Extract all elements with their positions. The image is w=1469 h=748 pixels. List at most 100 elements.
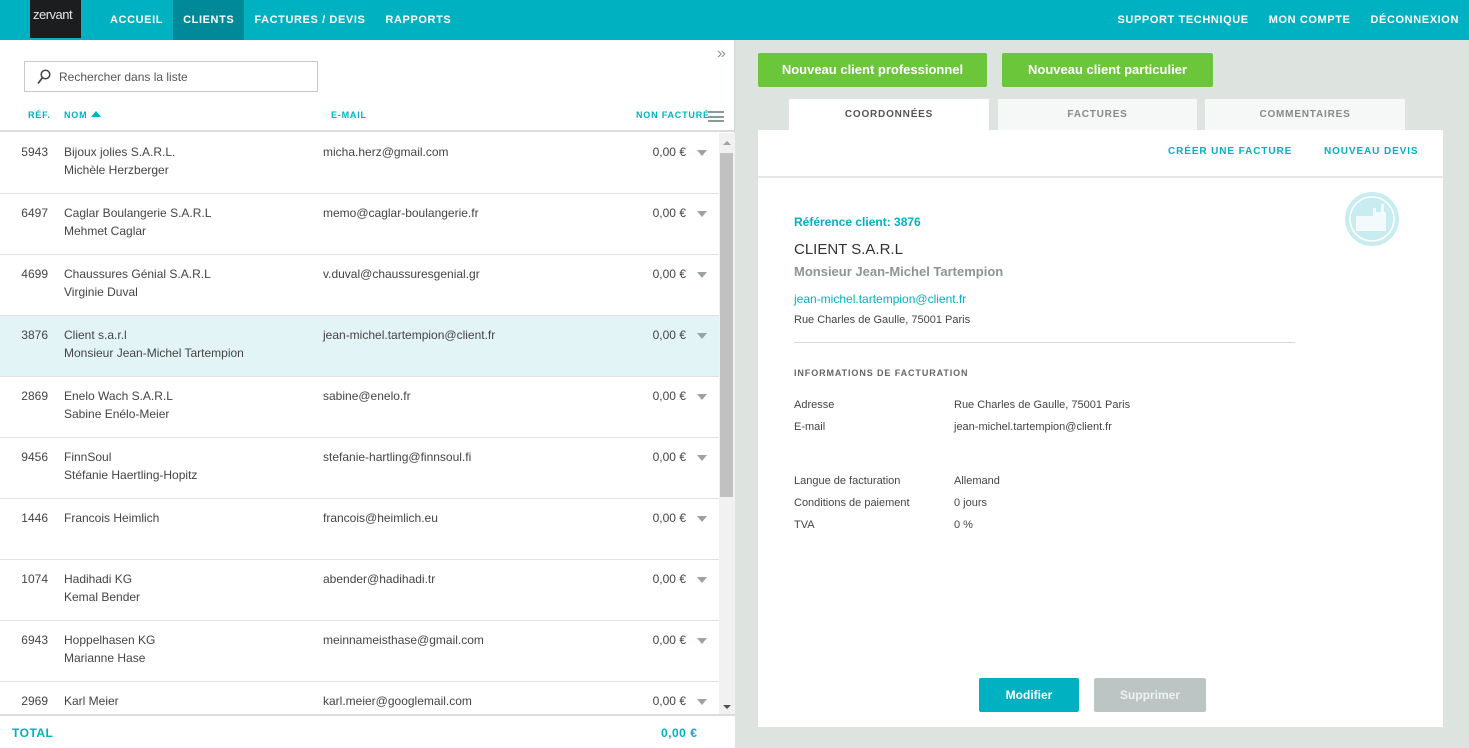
double-chevron-right-icon[interactable]: »: [717, 45, 726, 63]
client-ref: 3876: [21, 328, 48, 342]
row-dropdown-icon[interactable]: [697, 150, 707, 156]
table-row[interactable]: 6497 Caglar Boulangerie S.A.R.L Mehmet C…: [0, 194, 719, 255]
nav-factures-devis[interactable]: FACTURES / DEVIS: [244, 0, 375, 40]
client-contact: Michèle Herzberger: [64, 163, 169, 177]
client-ref: 1074: [21, 572, 48, 586]
client-ref: 4699: [21, 267, 48, 281]
nav-accueil[interactable]: ACCUEIL: [100, 0, 173, 40]
client-company: Karl Meier: [64, 694, 119, 708]
client-unbilled-amount: 0,00 €: [652, 328, 686, 342]
column-header-ref[interactable]: RÉF.: [28, 110, 51, 120]
client-ref: 9456: [21, 450, 48, 464]
billing-label-email: E-mail: [794, 421, 826, 433]
client-contact: Virginie Duval: [64, 285, 138, 299]
main-nav: ACCUEIL CLIENTS FACTURES / DEVIS RAPPORT…: [100, 0, 461, 40]
row-dropdown-icon[interactable]: [697, 211, 707, 217]
nav-rapports[interactable]: RAPPORTS: [375, 0, 461, 40]
client-contact: Sabine Enélo-Meier: [64, 407, 170, 421]
row-dropdown-icon[interactable]: [697, 394, 707, 400]
create-invoice-link[interactable]: CRÉER UNE FACTURE: [1168, 146, 1292, 157]
table-row[interactable]: 1446 Francois Heimlich francois@heimlich…: [0, 499, 719, 560]
client-unbilled-amount: 0,00 €: [652, 633, 686, 647]
row-dropdown-icon[interactable]: [697, 699, 707, 705]
nav-account[interactable]: MON COMPTE: [1259, 0, 1361, 40]
table-footer-total: TOTAL 0,00 €: [0, 714, 735, 748]
sort-ascending-icon: [91, 111, 102, 117]
column-header-unbilled[interactable]: NON FACTURÉ: [636, 110, 710, 120]
billing-value-email: jean-michel.tartempion@client.fr: [954, 421, 1112, 433]
billing-label-address: Adresse: [794, 399, 835, 411]
client-email-link[interactable]: jean-michel.tartempion@client.fr: [794, 292, 966, 306]
client-email: v.duval@chaussuresgenial.gr: [323, 267, 480, 281]
row-dropdown-icon[interactable]: [697, 638, 707, 644]
column-header-name[interactable]: NOM: [64, 110, 102, 120]
column-menu-icon[interactable]: [708, 111, 724, 122]
client-unbilled-amount: 0,00 €: [652, 572, 686, 586]
list-scrollbar[interactable]: [719, 133, 735, 715]
tab-coordonnees[interactable]: COORDONNÉES: [788, 98, 990, 131]
zervant-logo[interactable]: zervant: [30, 0, 81, 38]
scroll-up-arrow-icon[interactable]: [723, 141, 731, 145]
client-email: sabine@enelo.fr: [323, 389, 411, 403]
total-label: TOTAL: [12, 726, 54, 740]
factory-icon: [1345, 192, 1399, 246]
row-dropdown-icon[interactable]: [697, 577, 707, 583]
search-icon: [37, 69, 51, 85]
scrollbar-thumb[interactable]: [720, 153, 733, 497]
client-contact-name: Monsieur Jean-Michel Tartempion: [794, 264, 1004, 279]
column-header-email[interactable]: E-MAIL: [331, 110, 367, 120]
row-dropdown-icon[interactable]: [697, 272, 707, 278]
client-email: abender@hadihadi.tr: [323, 572, 436, 586]
account-nav: SUPPORT TECHNIQUE MON COMPTE DÉCONNEXION: [1108, 0, 1469, 40]
new-quote-link[interactable]: NOUVEAU DEVIS: [1324, 146, 1419, 157]
billing-label-language: Langue de facturation: [794, 475, 901, 487]
table-row[interactable]: 9456 FinnSoul Stéfanie Haertling-Hopitz …: [0, 438, 719, 499]
client-table-body: 5943 Bijoux jolies S.A.R.L. Michèle Herz…: [0, 133, 719, 715]
client-email: memo@caglar-boulangerie.fr: [323, 206, 479, 220]
client-company: Enelo Wach S.A.R.L: [64, 389, 173, 403]
client-contact: Kemal Bender: [64, 590, 141, 604]
table-header: RÉF. NOM E-MAIL NON FACTURÉ: [0, 102, 735, 132]
table-row[interactable]: 2969 Karl Meier karl.meier@googlemail.co…: [0, 682, 719, 715]
client-email: karl.meier@googlemail.com: [323, 694, 472, 708]
client-ref: 6497: [21, 206, 48, 220]
client-ref: 6943: [21, 633, 48, 647]
scroll-down-arrow-icon[interactable]: [723, 705, 731, 709]
client-email: meinnameisthase@gmail.com: [323, 633, 484, 647]
search-input[interactable]: [59, 62, 314, 91]
client-company: Bijoux jolies S.A.R.L.: [64, 145, 176, 159]
billing-label-vat: TVA: [794, 519, 815, 531]
billing-value-payment-terms: 0 jours: [954, 497, 988, 509]
client-contact: Stéfanie Haertling-Hopitz: [64, 468, 198, 482]
row-dropdown-icon[interactable]: [697, 455, 707, 461]
client-unbilled-amount: 0,00 €: [652, 389, 686, 403]
client-reference: Référence client: 3876: [794, 215, 921, 229]
nav-clients[interactable]: CLIENTS: [173, 0, 245, 40]
table-row[interactable]: 2869 Enelo Wach S.A.R.L Sabine Enélo-Mei…: [0, 377, 719, 438]
table-row[interactable]: 4699 Chaussures Génial S.A.R.L Virginie …: [0, 255, 719, 316]
client-ref: 1446: [21, 511, 48, 525]
table-row[interactable]: 1074 Hadihadi KG Kemal Bender abender@ha…: [0, 560, 719, 621]
tab-factures[interactable]: FACTURES: [997, 98, 1198, 130]
billing-value-vat: 0 %: [954, 519, 973, 531]
client-ref: 2969: [21, 694, 48, 708]
client-email: jean-michel.tartempion@client.fr: [323, 328, 496, 342]
table-row-selected[interactable]: 3876 Client s.a.r.l Monsieur Jean-Michel…: [0, 316, 719, 377]
client-address: Rue Charles de Gaulle, 75001 Paris: [794, 314, 971, 326]
client-contact: Marianne Hase: [64, 651, 146, 665]
new-private-client-button[interactable]: Nouveau client particulier: [1002, 53, 1213, 87]
row-dropdown-icon[interactable]: [697, 333, 707, 339]
client-unbilled-amount: 0,00 €: [652, 694, 686, 708]
delete-button[interactable]: Supprimer: [1094, 678, 1206, 712]
billing-label-payment-terms: Conditions de paiement: [794, 497, 910, 509]
new-professional-client-button[interactable]: Nouveau client professionnel: [758, 53, 987, 87]
table-row[interactable]: 5943 Bijoux jolies S.A.R.L. Michèle Herz…: [0, 133, 719, 194]
table-row[interactable]: 6943 Hoppelhasen KG Marianne Hase meinna…: [0, 621, 719, 682]
client-company: Chaussures Génial S.A.R.L: [64, 267, 211, 281]
row-dropdown-icon[interactable]: [697, 516, 707, 522]
client-company: Caglar Boulangerie S.A.R.L: [64, 206, 212, 220]
nav-support[interactable]: SUPPORT TECHNIQUE: [1108, 0, 1259, 40]
nav-logout[interactable]: DÉCONNEXION: [1361, 0, 1469, 40]
edit-button[interactable]: Modifier: [979, 678, 1079, 712]
tab-commentaires[interactable]: COMMENTAIRES: [1204, 98, 1406, 130]
